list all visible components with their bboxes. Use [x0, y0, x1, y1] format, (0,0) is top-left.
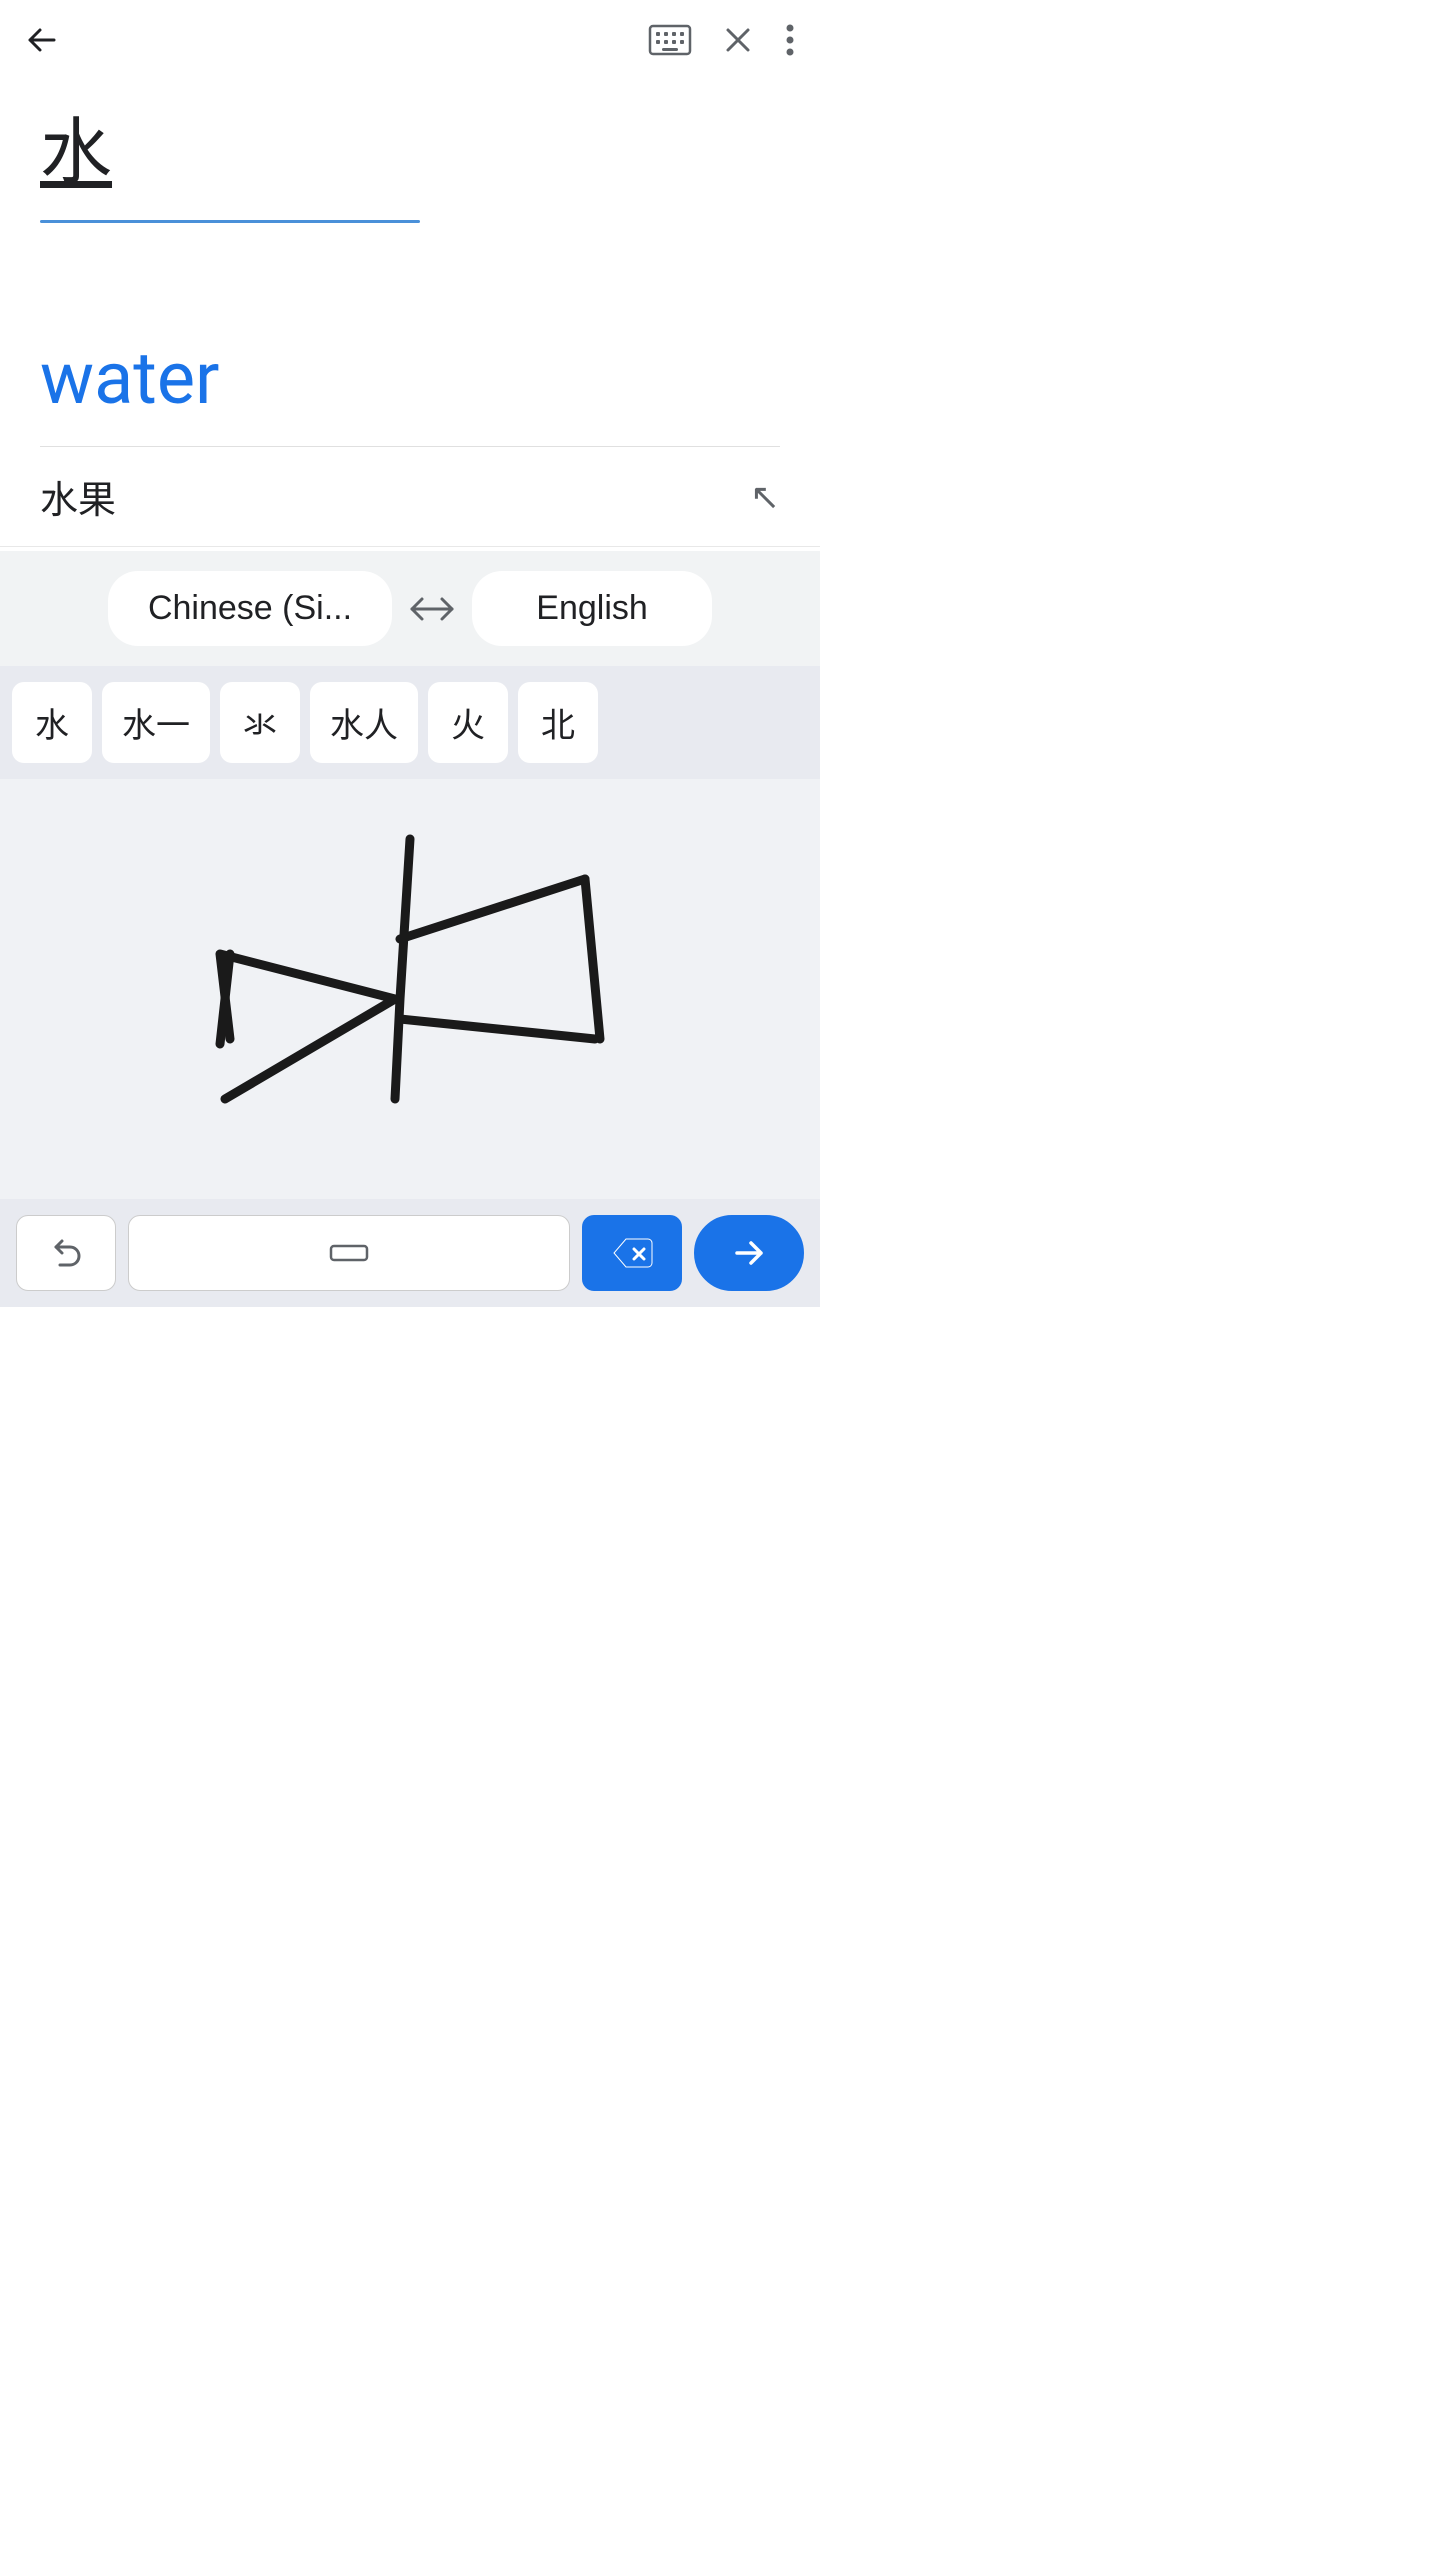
keyboard-icon[interactable]	[648, 22, 692, 58]
target-language-button[interactable]: English	[472, 571, 712, 646]
enter-button[interactable]	[694, 1215, 804, 1291]
close-button[interactable]	[720, 22, 756, 58]
source-text: 水	[40, 110, 780, 196]
translation-text: water	[40, 336, 780, 422]
top-bar	[0, 0, 820, 80]
more-menu-button[interactable]	[784, 22, 796, 58]
char-chip-5[interactable]: 北	[518, 682, 598, 763]
delete-button[interactable]	[582, 1215, 682, 1291]
space-button[interactable]	[128, 1215, 570, 1291]
source-language-button[interactable]: Chinese (Si...	[108, 571, 392, 646]
language-swap-button[interactable]	[392, 579, 472, 639]
char-chip-2[interactable]: 氺	[220, 682, 300, 763]
translation-area: water	[0, 300, 820, 446]
char-chip-4[interactable]: 火	[428, 682, 508, 763]
language-selector: Chinese (Si... English	[0, 551, 820, 666]
char-chip-3[interactable]: 水人	[310, 682, 418, 763]
char-suggestions-bar: 水 水一 氺 水人 火 北	[0, 666, 820, 779]
keyboard-toolbar	[0, 1199, 820, 1307]
suggestion-text: 水果	[40, 469, 116, 524]
back-button[interactable]	[24, 22, 60, 58]
source-underline	[40, 220, 420, 223]
suggestion-arrow-icon: ↖	[750, 476, 780, 518]
char-chip-0[interactable]: 水	[12, 682, 92, 763]
undo-button[interactable]	[16, 1215, 116, 1291]
suggestion-row[interactable]: 水果 ↖	[0, 447, 820, 547]
handwriting-area[interactable]	[0, 779, 820, 1199]
char-chip-1[interactable]: 水一	[102, 682, 210, 763]
source-area[interactable]: 水	[0, 80, 820, 300]
